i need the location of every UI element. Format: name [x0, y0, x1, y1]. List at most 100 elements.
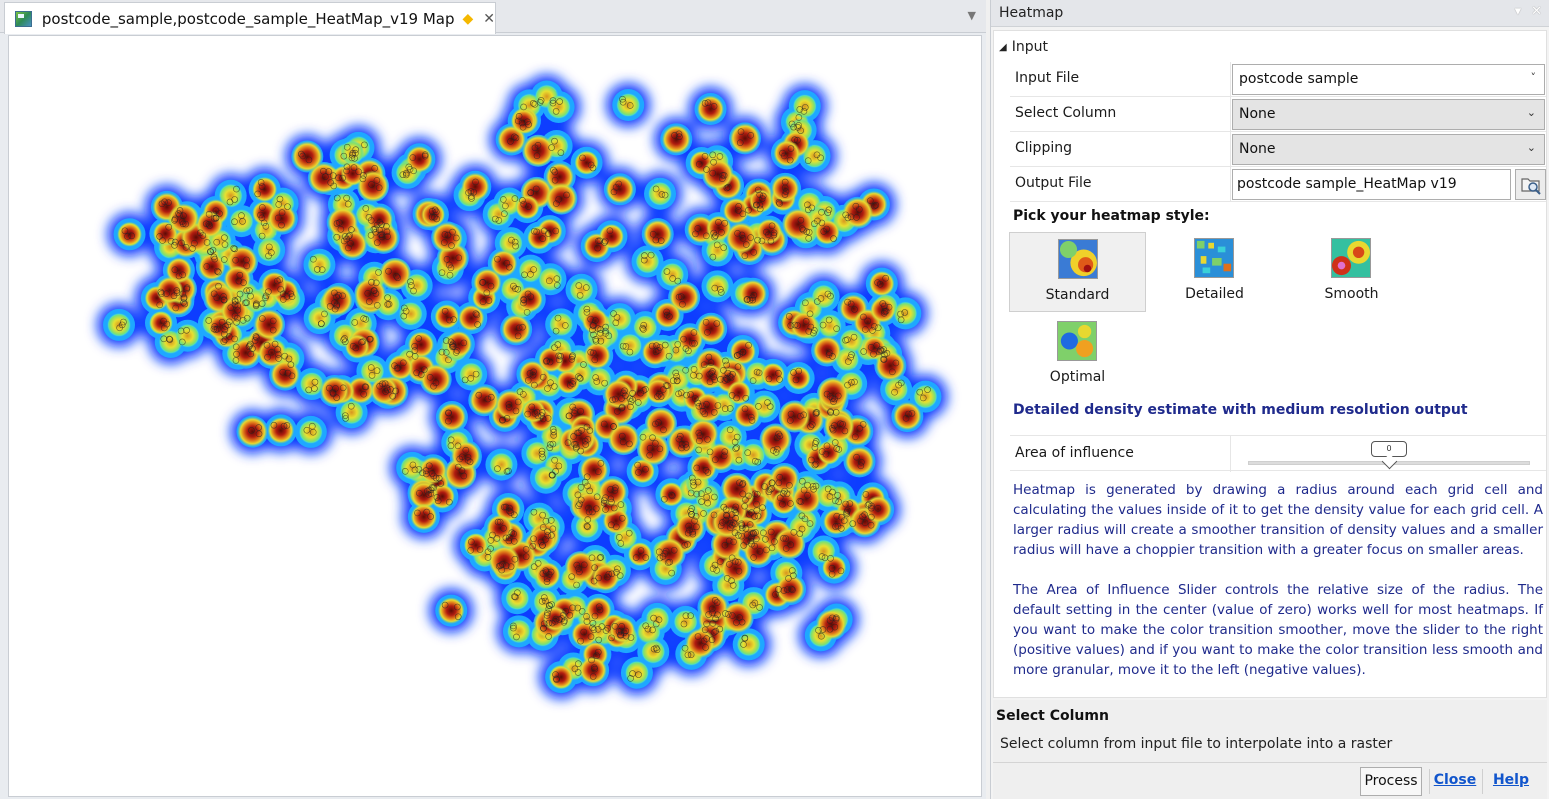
heat-blob: [522, 399, 546, 423]
info-text: Select column from input file to interpo…: [1000, 736, 1393, 752]
clipping-row: Clipping None ⌄: [1010, 132, 1546, 167]
heat-blob: [574, 150, 599, 175]
heat-blob: [628, 542, 652, 567]
heat-blob: [501, 314, 531, 345]
style-option-label: Standard: [1045, 287, 1110, 303]
info-title: Select Column: [996, 708, 1109, 724]
style-option-detailed[interactable]: Detailed: [1146, 232, 1283, 312]
area-of-influence-label: Area of influence: [1015, 445, 1134, 461]
heat-blob: [379, 258, 412, 290]
input-file-row: Input File postcode sample ˅: [1010, 62, 1546, 97]
output-file-input[interactable]: postcode sample_HeatMap v19: [1232, 169, 1511, 200]
heat-blob: [816, 609, 847, 640]
chevron-down-icon: ˅: [1530, 71, 1537, 84]
heat-blob: [817, 440, 841, 465]
output-file-row: Output File postcode sample_HeatMap v19: [1010, 167, 1546, 202]
smooth-style-thumbnail: [1331, 238, 1371, 278]
tab-close-icon[interactable]: ✕: [483, 11, 495, 27]
heat-blob: [420, 363, 452, 395]
detailed-style-thumbnail: [1194, 238, 1234, 278]
heat-blob: [769, 464, 799, 494]
style-option-standard[interactable]: Standard: [1009, 232, 1146, 312]
panel-header: Heatmap ▾ ✕: [991, 0, 1549, 27]
style-option-label: Optimal: [1049, 369, 1106, 385]
input-group-label: Input: [1011, 39, 1048, 55]
heat-blob: [267, 417, 295, 444]
heat-blob: [548, 664, 574, 690]
map-canvas[interactable]: [8, 35, 982, 797]
heat-blob: [461, 172, 490, 201]
heatmap-raster: [97, 74, 948, 700]
heat-blob: [893, 402, 922, 431]
input-file-select[interactable]: postcode sample ˅: [1232, 64, 1545, 95]
select-column-row: Select Column None ⌄: [1010, 97, 1546, 132]
heat-blob: [812, 336, 842, 365]
heat-blob: [473, 268, 502, 297]
heat-blob: [842, 197, 874, 229]
property-info-area: Select Column Select column from input f…: [993, 700, 1547, 762]
heat-blob: [635, 249, 660, 274]
panel-menu-icon[interactable]: ▾: [1515, 4, 1522, 19]
heat-blob: [437, 597, 465, 624]
heat-blob: [609, 617, 636, 644]
document-tab-title: postcode_sample,postcode_sample_HeatMap_…: [41, 9, 455, 28]
heat-blob: [643, 219, 673, 249]
help-link[interactable]: Help: [1489, 767, 1533, 796]
heat-blob: [410, 503, 438, 531]
help-paragraph: Heatmap is generated by drawing a radius…: [1013, 482, 1543, 558]
heat-blob: [748, 189, 773, 213]
heat-blob: [432, 222, 463, 253]
heat-blob: [661, 124, 691, 154]
heat-blob: [339, 400, 364, 425]
heat-blob: [156, 276, 184, 304]
heat-blob: [913, 384, 938, 409]
panel-close-icon[interactable]: ✕: [1531, 4, 1542, 19]
heat-blob: [522, 134, 555, 167]
chevron-down-icon: ⌄: [1526, 141, 1536, 154]
input-group-header[interactable]: ◢ Input: [999, 39, 1048, 55]
close-link[interactable]: Close: [1433, 767, 1477, 796]
output-file-label: Output File: [1015, 175, 1092, 191]
browse-output-button[interactable]: [1515, 169, 1546, 200]
heat-blob: [345, 334, 370, 359]
output-file-value: postcode sample_HeatMap v19: [1237, 176, 1457, 192]
unsaved-indicator-icon: ◆: [462, 10, 474, 27]
input-file-value: postcode sample: [1239, 71, 1359, 87]
tab-overflow-dropdown-icon[interactable]: ▼: [968, 9, 976, 22]
heat-blob: [688, 419, 719, 449]
process-button[interactable]: Process: [1360, 767, 1422, 796]
heat-blob: [459, 362, 484, 387]
heat-blob: [506, 619, 531, 644]
standard-style-thumbnail: [1058, 239, 1098, 279]
heat-blob: [291, 141, 323, 172]
heat-blob: [618, 333, 643, 358]
heat-blob: [605, 175, 634, 204]
heat-blob: [519, 360, 546, 388]
heat-blob: [698, 592, 729, 622]
select-column-select[interactable]: None ⌄: [1232, 99, 1545, 130]
area-of-influence-slider-thumb[interactable]: 0: [1371, 441, 1407, 457]
heat-blob: [307, 252, 332, 277]
heat-blob: [469, 385, 499, 415]
clipping-label: Clipping: [1015, 140, 1072, 156]
heatmap-panel: Heatmap ▾ ✕ ◢ Input Input File postcode …: [990, 0, 1549, 799]
style-option-optimal[interactable]: Optimal: [1009, 315, 1146, 395]
folder-search-icon: [1521, 178, 1541, 195]
document-tab[interactable]: postcode_sample,postcode_sample_HeatMap_…: [4, 2, 496, 34]
heat-blob: [723, 197, 750, 224]
heat-blob: [573, 491, 606, 523]
panel-title: Heatmap: [999, 5, 1064, 21]
style-option-label: Smooth: [1324, 286, 1379, 302]
heat-blob: [327, 207, 358, 238]
clipping-select[interactable]: None ⌄: [1232, 134, 1545, 165]
chevron-down-icon: ⌄: [1526, 106, 1536, 119]
heat-blob: [437, 403, 466, 432]
heat-blob: [702, 158, 734, 190]
heat-blob: [824, 412, 855, 443]
help-text: Heatmap is generated by drawing a radius…: [1013, 480, 1543, 700]
heat-blob: [267, 204, 297, 233]
heat-blob: [583, 342, 611, 369]
heat-blob: [648, 181, 673, 206]
style-option-smooth[interactable]: Smooth: [1283, 232, 1420, 312]
input-file-label: Input File: [1015, 70, 1080, 86]
